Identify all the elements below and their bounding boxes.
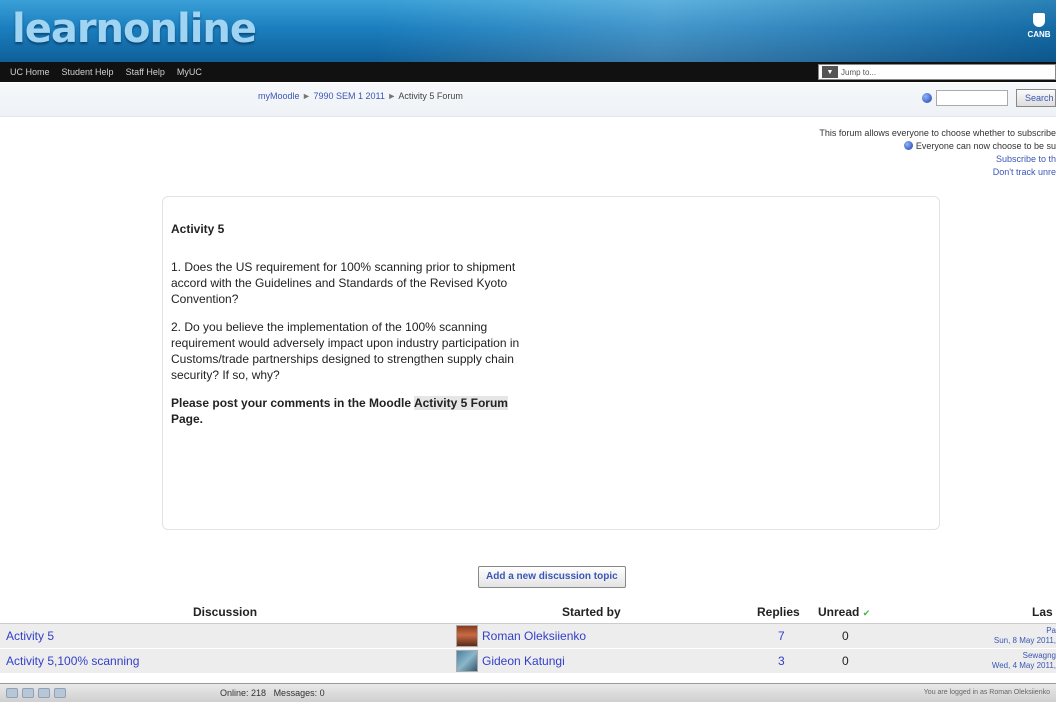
table-header: Discussion Started by Replies Unread ✔ L… <box>0 600 1056 624</box>
status-icon-1[interactable] <box>6 688 18 698</box>
header-started-by[interactable]: Started by <box>562 605 621 619</box>
messages-count[interactable]: Messages: 0 <box>274 688 325 698</box>
replies-count[interactable]: 7 <box>778 629 785 643</box>
top-nav-bar: UC Home Student Help Staff Help MyUC ▼ J… <box>0 62 1056 82</box>
intro-title: Activity 5 <box>171 222 225 236</box>
breadcrumb: myMoodle ► 7990 SEM 1 2011 ► Activity 5 … <box>258 91 463 101</box>
subscription-mode: Everyone can now choose to be su <box>756 140 1056 153</box>
header-last-post[interactable]: Las <box>1032 605 1053 619</box>
university-crest-icon <box>1033 13 1045 27</box>
logged-in-as: You are logged in as Roman Oleksiienko <box>923 689 1050 696</box>
site-logo[interactable]: learnonline <box>12 6 257 52</box>
intro-question-1: 1. Does the US requirement for 100% scan… <box>171 260 516 306</box>
status-icon-2[interactable] <box>22 688 34 698</box>
university-logo[interactable]: CANB <box>1027 6 1051 46</box>
avatar[interactable] <box>456 625 478 647</box>
header-replies[interactable]: Replies <box>757 605 800 619</box>
online-count: Online: 218 Messages: 0 <box>220 688 325 698</box>
status-icons <box>6 688 66 698</box>
breadcrumb-current: Activity 5 Forum <box>398 91 463 101</box>
add-discussion-button[interactable]: Add a new discussion topic <box>478 566 626 588</box>
header-unread[interactable]: Unread ✔ <box>818 605 870 619</box>
unread-count: 0 <box>842 629 849 643</box>
replies-count[interactable]: 3 <box>778 654 785 668</box>
breadcrumb-separator: ► <box>387 91 397 101</box>
avatar[interactable] <box>456 650 478 672</box>
forum-intro-box: Activity 5 1. Does the US requirement fo… <box>162 196 940 530</box>
author-link[interactable]: Roman Oleksiienko <box>482 629 586 643</box>
search-input[interactable] <box>936 90 1008 106</box>
nav-link-staff-help[interactable]: Staff Help <box>120 67 171 77</box>
jump-to-label: Jump to... <box>841 67 877 77</box>
nav-link-student-help[interactable]: Student Help <box>56 67 120 77</box>
last-post-info[interactable]: Pa Sun, 8 May 2011, <box>994 626 1056 646</box>
breadcrumb-separator: ► <box>302 91 311 101</box>
intro-cta-highlight: Activity 5 Forum <box>413 396 508 410</box>
search-button[interactable]: Search <box>1016 89 1056 107</box>
check-icon: ✔ <box>862 608 871 618</box>
subscribe-link[interactable]: Subscribe to th <box>756 153 1056 166</box>
status-icon-3[interactable] <box>38 688 50 698</box>
breadcrumb-mymoodle[interactable]: myMoodle <box>258 91 300 101</box>
nav-link-myuc[interactable]: MyUC <box>171 67 208 77</box>
breadcrumb-course[interactable]: 7990 SEM 1 2011 <box>313 91 384 101</box>
table-row: Activity 5,100% scanning Gideon Katungi … <box>0 649 1056 674</box>
unread-count: 0 <box>842 654 849 668</box>
discussion-link[interactable]: Activity 5 <box>6 629 54 643</box>
intro-cta: Please post your comments in the Moodle … <box>171 396 508 426</box>
subscription-note: This forum allows everyone to choose whe… <box>819 128 1056 138</box>
dropdown-arrow-icon[interactable]: ▼ <box>822 66 838 78</box>
jump-to-select[interactable]: ▼ Jump to... <box>818 64 1056 80</box>
author-link[interactable]: Gideon Katungi <box>482 654 565 668</box>
table-row: Activity 5 Roman Oleksiienko 7 0 Pa Sun,… <box>0 624 1056 649</box>
discussion-table: Discussion Started by Replies Unread ✔ L… <box>0 600 1056 674</box>
site-header-banner: learnonline CANB <box>0 0 1056 62</box>
university-logo-text: CANB <box>1027 30 1051 39</box>
help-icon[interactable] <box>922 93 932 103</box>
info-bullet-icon <box>903 141 913 150</box>
nav-link-uc-home[interactable]: UC Home <box>4 67 56 77</box>
intro-question-2: 2. Do you believe the implementation of … <box>171 320 520 382</box>
search-icon[interactable] <box>54 688 66 698</box>
dont-track-link[interactable]: Don't track unre <box>756 166 1056 179</box>
header-discussion[interactable]: Discussion <box>193 605 257 619</box>
status-bar: Online: 218 Messages: 0 You are logged i… <box>0 683 1056 702</box>
discussion-link[interactable]: Activity 5,100% scanning <box>6 654 139 668</box>
subscription-info: This forum allows everyone to choose whe… <box>756 127 1056 179</box>
breadcrumb-bar: myMoodle ► 7990 SEM 1 2011 ► Activity 5 … <box>0 83 1056 117</box>
last-post-info[interactable]: Sewagng Wed, 4 May 2011, <box>992 651 1056 671</box>
